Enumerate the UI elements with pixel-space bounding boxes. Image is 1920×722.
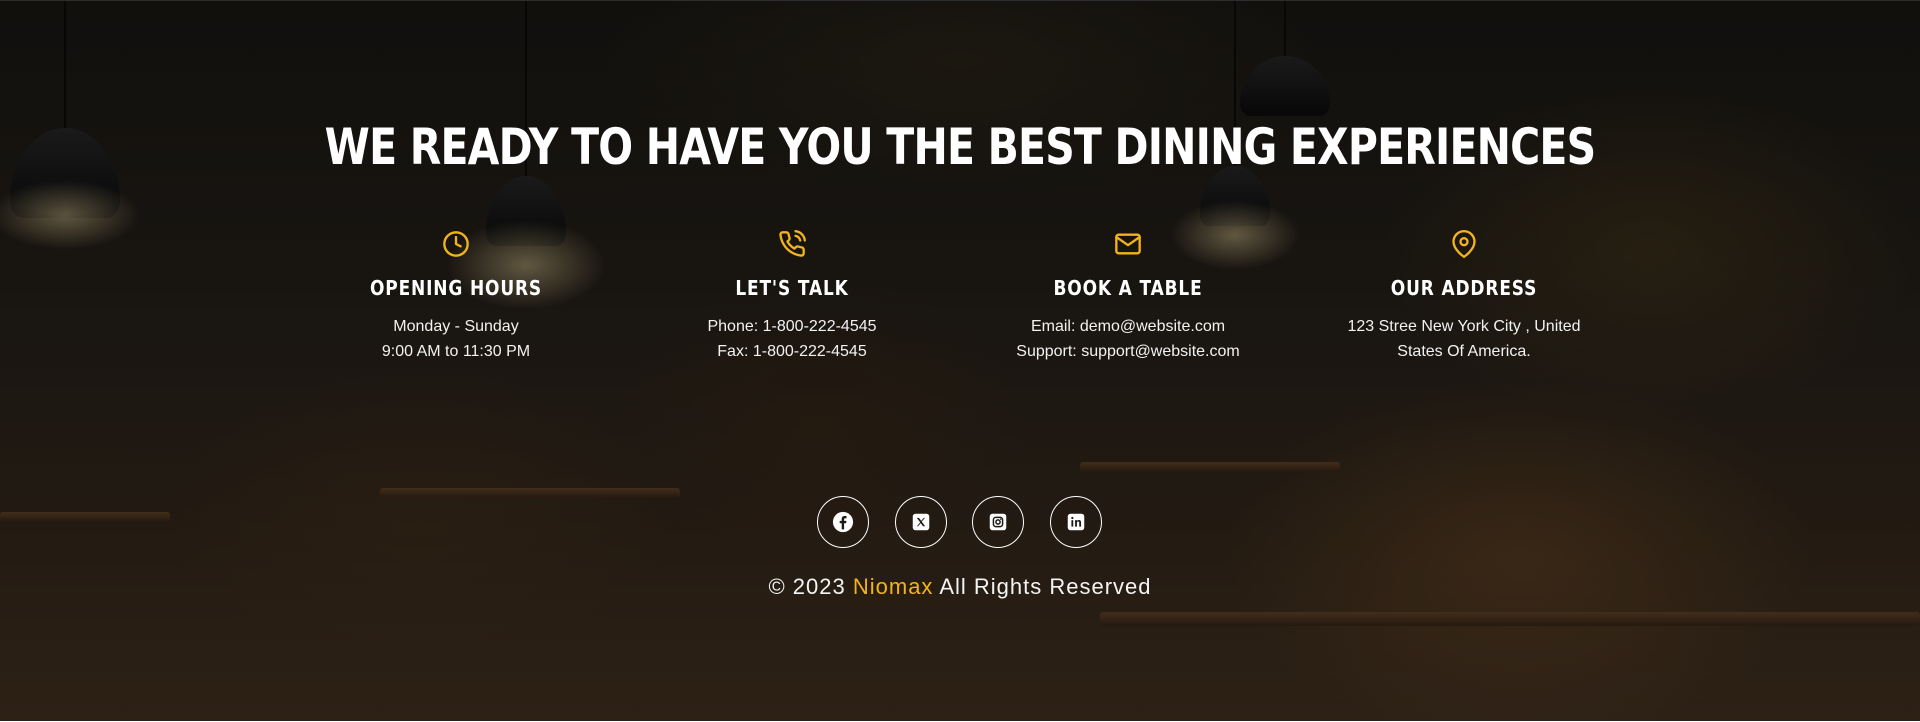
phone-link[interactable]: Phone: 1-800-222-4545 (632, 314, 952, 339)
social-links (0, 496, 1920, 552)
column-title: BOOK A TABLE (1053, 276, 1203, 300)
copyright-text: © 2023 Niomax All Rights Reserved (0, 574, 1920, 600)
fax-text: Fax: 1-800-222-4545 (717, 343, 867, 360)
instagram-link[interactable] (972, 496, 1024, 548)
column-title: OUR ADDRESS (1390, 276, 1538, 300)
copyright-suffix: All Rights Reserved (939, 574, 1152, 599)
column-text: 9:00 AM to 11:30 PM (381, 343, 531, 360)
column-title: OPENING HOURS (369, 276, 543, 300)
column-title: LET'S TALK (735, 276, 849, 300)
info-column-our-address: OUR ADDRESS 123 Stree New York City , Un… (1304, 230, 1624, 364)
x-twitter-icon (910, 511, 932, 533)
column-text: States Of America. (1397, 343, 1531, 360)
site-footer: WE READY TO HAVE YOU THE BEST DINING EXP… (0, 0, 1920, 721)
x-twitter-link[interactable] (895, 496, 947, 548)
clock-icon (442, 230, 470, 258)
email-link[interactable]: Email: demo@website.com (968, 314, 1288, 339)
linkedin-link[interactable] (1050, 496, 1102, 548)
column-text: 123 Stree New York City , United (1347, 318, 1581, 335)
facebook-icon (832, 511, 854, 533)
instagram-icon (987, 511, 1009, 533)
map-pin-icon (1450, 230, 1478, 258)
copyright-prefix: © 2023 (768, 574, 846, 599)
top-border (0, 0, 1920, 1)
info-column-lets-talk: LET'S TALK Phone: 1-800-222-4545 Fax: 1-… (632, 230, 952, 364)
facebook-link[interactable] (817, 496, 869, 548)
info-columns: OPENING HOURS Monday - Sunday 9:00 AM to… (0, 230, 1920, 390)
phone-icon (778, 230, 806, 258)
info-column-book-a-table: BOOK A TABLE Email: demo@website.com Sup… (968, 230, 1288, 364)
linkedin-icon (1065, 511, 1087, 533)
footer-heading: WE READY TO HAVE YOU THE BEST DINING EXP… (324, 118, 1596, 176)
info-column-opening-hours: OPENING HOURS Monday - Sunday 9:00 AM to… (296, 230, 616, 364)
brand-link[interactable]: Niomax (853, 574, 934, 599)
support-email-link[interactable]: Support: support@website.com (968, 339, 1288, 364)
column-text: Monday - Sunday (393, 318, 519, 335)
mail-icon (1114, 230, 1142, 258)
